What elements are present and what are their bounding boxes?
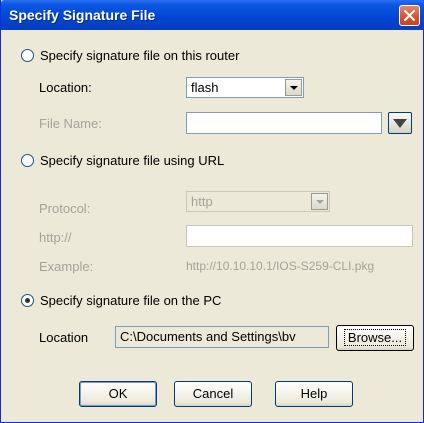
close-icon: [404, 10, 415, 21]
radio-url-option[interactable]: Specify signature file using URL: [21, 152, 224, 168]
ok-button[interactable]: OK: [79, 381, 157, 407]
url-prefix-label: http://: [39, 230, 72, 245]
radio-url[interactable]: [21, 153, 34, 167]
radio-router-label: Specify signature file on this router: [40, 47, 240, 63]
router-location-select[interactable]: flash: [186, 77, 304, 98]
radio-url-label: Specify signature file using URL: [40, 152, 225, 168]
pc-location-field[interactable]: C:\Documents and Settings\bv: [115, 326, 329, 348]
radio-router-option[interactable]: Specify signature file on this router: [21, 47, 239, 63]
radio-router[interactable]: [21, 48, 34, 62]
router-location-value: flash: [191, 80, 219, 95]
dialog-window: Specify Signature File Specify signature…: [0, 0, 424, 423]
title-bar[interactable]: Specify Signature File: [1, 0, 424, 30]
url-input[interactable]: [186, 225, 413, 247]
chevron-down-icon[interactable]: [311, 193, 328, 210]
example-label: Example:: [39, 259, 94, 274]
protocol-value: http: [191, 194, 213, 209]
close-button[interactable]: [399, 5, 420, 26]
file-browse-dropdown-icon[interactable]: [388, 112, 412, 134]
file-name-label: File Name:: [39, 116, 102, 131]
help-button-label: Help: [300, 386, 328, 401]
help-button[interactable]: Help: [275, 381, 353, 407]
browse-button-label: Browse...: [343, 329, 407, 346]
ok-button-label: OK: [108, 386, 128, 401]
example-value: http://10.10.10.1/IOS-S259-CLI.pkg: [186, 259, 375, 273]
radio-pc-label: Specify signature file on the PC: [40, 292, 222, 308]
chevron-down-icon[interactable]: [285, 79, 302, 96]
file-name-input[interactable]: [186, 112, 382, 134]
protocol-select[interactable]: http: [186, 191, 330, 212]
protocol-label: Protocol:: [39, 201, 91, 216]
pc-location-value: C:\Documents and Settings\bv: [120, 329, 296, 344]
browse-button[interactable]: Browse...: [336, 325, 414, 351]
cancel-button-label: Cancel: [192, 386, 234, 401]
dialog-title: Specify Signature File: [9, 7, 156, 23]
radio-pc[interactable]: [21, 293, 34, 307]
radio-pc-option[interactable]: Specify signature file on the PC: [21, 292, 221, 308]
router-location-label: Location:: [39, 80, 92, 95]
cancel-button[interactable]: Cancel: [174, 381, 252, 407]
pc-location-label: Location: [39, 330, 89, 345]
